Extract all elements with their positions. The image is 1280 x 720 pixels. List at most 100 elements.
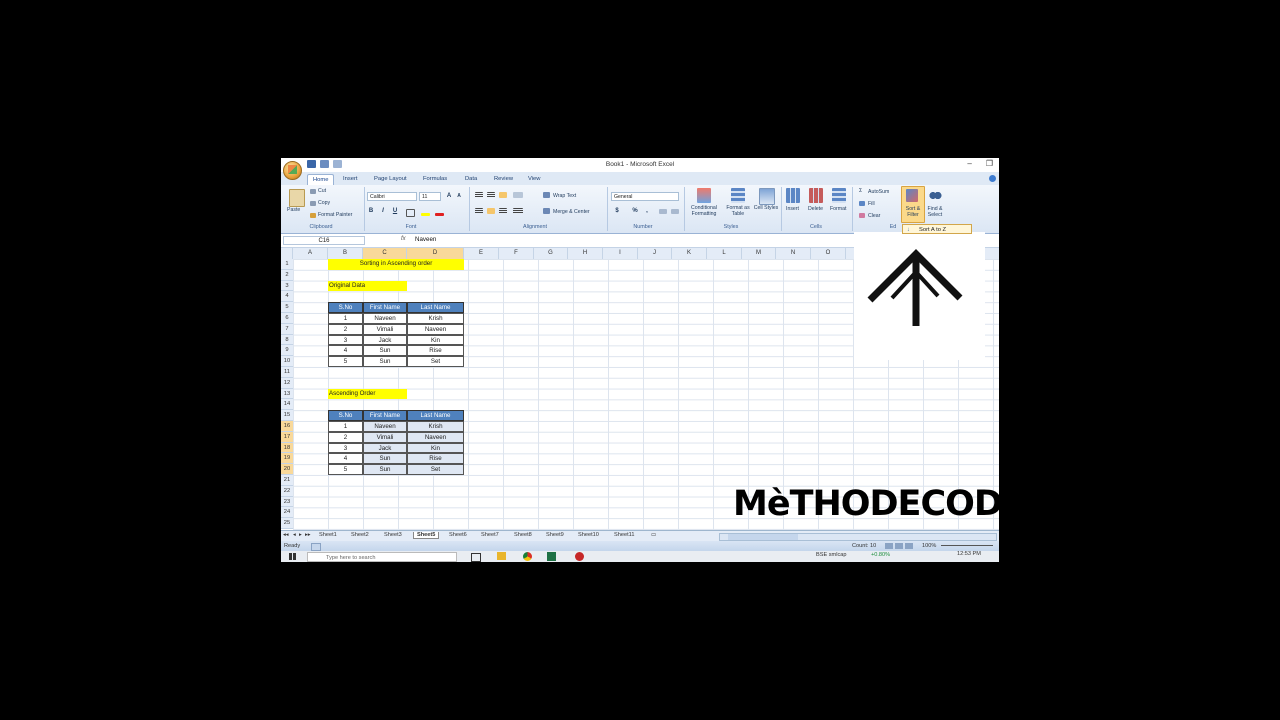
cell-styles-button[interactable]: Cell Styles bbox=[753, 205, 779, 211]
taskbar-search-input[interactable]: Type here to search bbox=[307, 552, 457, 562]
table-cell[interactable]: Rise bbox=[407, 453, 464, 465]
table-cell[interactable]: Naveen bbox=[363, 313, 407, 324]
table-cell[interactable]: Set bbox=[407, 356, 464, 367]
column-header-a[interactable]: A bbox=[293, 248, 328, 259]
row-header[interactable]: 20 bbox=[281, 464, 293, 475]
row-header[interactable]: 25 bbox=[281, 518, 293, 529]
font-name-select[interactable]: Calibri bbox=[367, 192, 417, 201]
sheet-tab[interactable]: Sheet11 bbox=[614, 532, 634, 538]
tab-review[interactable]: Review bbox=[494, 174, 513, 185]
column-header-j[interactable]: J bbox=[638, 248, 672, 259]
borders-icon[interactable] bbox=[406, 209, 415, 217]
column-header-o[interactable]: O bbox=[811, 248, 846, 259]
prev-sheet-nav-icon[interactable]: ◂ bbox=[293, 532, 296, 538]
paste-button[interactable]: Paste bbox=[287, 207, 300, 213]
sheet-tab[interactable]: Sheet2 bbox=[351, 532, 369, 538]
row-header[interactable]: 23 bbox=[281, 496, 293, 508]
table-cell[interactable]: Kin bbox=[407, 442, 464, 454]
table-header[interactable]: Last Name bbox=[407, 410, 464, 421]
table-cell[interactable]: 3 bbox=[328, 334, 363, 346]
table-cell[interactable]: Naveen bbox=[407, 323, 464, 335]
fill-color-icon[interactable] bbox=[421, 213, 430, 216]
row-header[interactable]: 12 bbox=[281, 377, 293, 389]
select-all-corner[interactable] bbox=[281, 248, 293, 259]
fx-button[interactable]: fx bbox=[401, 236, 406, 242]
align-middle-icon[interactable] bbox=[487, 192, 495, 198]
decrease-decimal-icon[interactable] bbox=[671, 209, 679, 214]
column-header-h[interactable]: H bbox=[568, 248, 603, 259]
italic-button[interactable]: I bbox=[379, 207, 387, 215]
comma-button[interactable]: , bbox=[643, 207, 651, 215]
scroll-thumb[interactable] bbox=[728, 534, 798, 540]
table-header[interactable]: First Name bbox=[363, 410, 407, 421]
original-data-label[interactable]: Original Data bbox=[328, 280, 407, 292]
table-cell[interactable]: Vimali bbox=[363, 431, 407, 443]
column-header-d[interactable]: D bbox=[407, 248, 464, 259]
sheet-tab[interactable]: Sheet7 bbox=[481, 532, 499, 538]
column-header-g[interactable]: G bbox=[534, 248, 568, 259]
align-top-icon[interactable] bbox=[475, 192, 483, 198]
table-cell[interactable]: Sun bbox=[363, 356, 407, 367]
table-cell[interactable]: 1 bbox=[328, 421, 363, 432]
table-cell[interactable]: Kin bbox=[407, 334, 464, 346]
format-as-table-button[interactable]: Format as Table bbox=[721, 205, 755, 217]
office-button[interactable] bbox=[283, 161, 302, 180]
cut-button[interactable]: Cut bbox=[318, 188, 326, 194]
shrink-font-button[interactable]: A bbox=[455, 192, 463, 200]
row-header[interactable]: 14 bbox=[281, 399, 293, 411]
row-header[interactable]: 19 bbox=[281, 453, 293, 465]
copy-button[interactable]: Copy bbox=[318, 200, 330, 206]
bold-button[interactable]: B bbox=[367, 207, 375, 215]
number-format-select[interactable]: General bbox=[611, 192, 679, 201]
row-header[interactable]: 5 bbox=[281, 302, 293, 313]
align-left-icon[interactable] bbox=[475, 208, 483, 214]
row-header[interactable]: 21 bbox=[281, 475, 293, 486]
row-header[interactable]: 24 bbox=[281, 507, 293, 519]
sheet-tab-active[interactable]: Sheet5 bbox=[413, 532, 440, 539]
column-header-l[interactable]: L bbox=[707, 248, 742, 259]
horizontal-scrollbar[interactable] bbox=[719, 533, 997, 541]
format-cells-button[interactable]: Format bbox=[830, 206, 846, 212]
sheet-tab[interactable]: Sheet3 bbox=[384, 532, 402, 538]
conditional-formatting-button[interactable]: Conditional Formatting bbox=[687, 205, 721, 217]
table-cell[interactable]: 5 bbox=[328, 356, 363, 367]
table-cell[interactable]: Sun bbox=[363, 453, 407, 465]
table-cell[interactable]: 3 bbox=[328, 442, 363, 454]
column-header-i[interactable]: I bbox=[603, 248, 638, 259]
insert-sheet-icon[interactable]: ▭ bbox=[651, 532, 656, 538]
table-cell[interactable]: 5 bbox=[328, 464, 363, 475]
clear-button[interactable]: Clear bbox=[868, 213, 880, 219]
grow-font-button[interactable]: A bbox=[445, 192, 453, 200]
autosum-button[interactable]: AutoSum bbox=[868, 189, 889, 195]
sort-filter-button[interactable]: Sort & Filter bbox=[903, 206, 923, 218]
excel-taskbar-icon[interactable] bbox=[547, 552, 556, 561]
row-header[interactable]: 17 bbox=[281, 431, 293, 443]
row-header[interactable]: 16 bbox=[281, 421, 293, 432]
increase-decimal-icon[interactable] bbox=[659, 209, 667, 214]
table-header[interactable]: Last Name bbox=[407, 302, 464, 313]
table-cell[interactable]: Krish bbox=[407, 421, 464, 432]
table-cell[interactable]: 2 bbox=[328, 431, 363, 443]
orientation-icon[interactable] bbox=[513, 192, 523, 198]
align-center-icon[interactable] bbox=[487, 208, 495, 214]
tab-data[interactable]: Data bbox=[465, 174, 477, 185]
tab-page-layout[interactable]: Page Layout bbox=[374, 174, 407, 185]
row-header[interactable]: 6 bbox=[281, 313, 293, 324]
sort-a-to-z-menu-item[interactable]: ↓ Sort A to Z bbox=[902, 224, 972, 234]
tab-view[interactable]: View bbox=[528, 174, 540, 185]
row-header[interactable]: 13 bbox=[281, 388, 293, 400]
help-icon[interactable] bbox=[989, 175, 996, 182]
column-header-f[interactable]: F bbox=[499, 248, 534, 259]
formula-input[interactable]: Naveen bbox=[415, 236, 436, 243]
fill-button[interactable]: Fill bbox=[868, 201, 875, 207]
merge-center-button[interactable]: Merge & Center bbox=[553, 209, 590, 215]
chrome-icon[interactable] bbox=[523, 552, 532, 561]
table-header[interactable]: S.No bbox=[328, 302, 363, 313]
row-header[interactable]: 11 bbox=[281, 367, 293, 378]
row-header[interactable]: 4 bbox=[281, 291, 293, 303]
task-view-icon[interactable] bbox=[471, 553, 481, 562]
macro-record-icon[interactable] bbox=[311, 543, 321, 551]
row-header[interactable]: 7 bbox=[281, 323, 293, 335]
row-header[interactable]: 10 bbox=[281, 356, 293, 367]
table-header[interactable]: S.No bbox=[328, 410, 363, 421]
